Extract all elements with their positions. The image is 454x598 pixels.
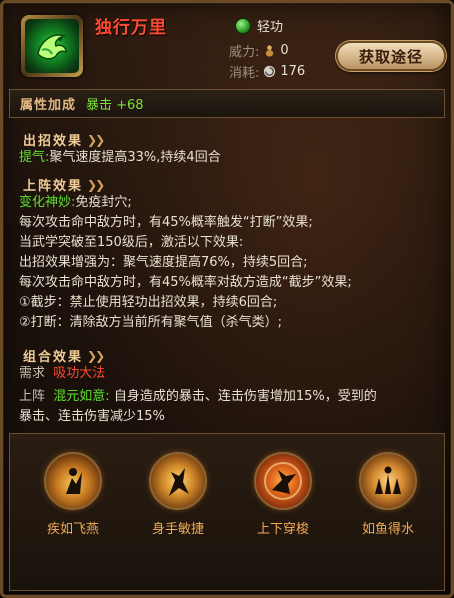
deploy-subtitle-line: 变化神妙:免疫封穴; [19, 194, 132, 212]
fish-in-water-icon [359, 452, 417, 510]
attribute-title: 属性加成 [20, 98, 77, 113]
skill-item[interactable]: 上下穿梭 [248, 452, 318, 537]
combo-deploy-line-2: 暴击、连击伤害减少15% [19, 409, 165, 424]
deploy-line: 每次攻击命中敌方时，有45%概率对敌方造成“截步”效果; [19, 275, 352, 290]
attribute-bonus-bar: 属性加成 暴击 +68 [9, 89, 445, 118]
combo-req-key: 需求 [19, 366, 46, 381]
agile-warrior-icon [149, 452, 207, 510]
double-arrow-icon: ❯❯ [87, 177, 105, 192]
deploy-subtitle-label: 变化神妙: [19, 195, 76, 210]
deploy-effect-title: 上阵效果 [23, 179, 84, 194]
cast-effect-heading: 出招效果 ❯❯ [23, 130, 105, 150]
cast-effect-line: 提气:聚气速度提高33%,持续4回合 [19, 149, 221, 167]
deploy-line: ①截步：禁止使用轻功出招效果，持续6回合; [19, 295, 278, 310]
related-skills-strip: 疾如飞燕 身手敏捷 上下穿梭 如鱼得水 [9, 433, 445, 591]
power-row: 威力: 0 [229, 41, 289, 60]
cost-key: 消耗: [229, 66, 260, 81]
skill-name: 身手敏捷 [151, 522, 204, 537]
cast-effect-title: 出招效果 [23, 134, 84, 149]
swirl-energy-icon [264, 65, 276, 78]
power-key: 威力: [229, 45, 260, 60]
combo-req-value: 吸功大法 [53, 366, 106, 381]
qinggong-type-icon [235, 17, 251, 34]
deploy-subtitle-text: 免疫封穴; [75, 195, 132, 210]
gourd-icon [266, 45, 274, 57]
skill-detail-panel: 独行万里 轻功 威力: 0 消耗: 176 获取途径 属性加成 暴击 +68 出… [0, 0, 454, 598]
deploy-line: 当武学突破至150级后，激活以下效果: [19, 235, 244, 250]
double-arrow-icon: ❯❯ [87, 348, 105, 363]
cast-effect-label: 提气: [19, 150, 50, 165]
attribute-value: 暴击 +68 [86, 98, 144, 113]
skill-item[interactable]: 身手敏捷 [143, 452, 213, 537]
obtain-method-button[interactable]: 获取途径 [336, 41, 446, 71]
skill-name: 疾如飞燕 [46, 522, 99, 537]
deploy-effect-heading: 上阵效果 ❯❯ [23, 175, 105, 195]
skill-title: 独行万里 [95, 18, 167, 38]
cast-effect-text: 聚气速度提高33%,持续4回合 [49, 150, 221, 165]
skill-item[interactable]: 疾如飞燕 [38, 452, 108, 537]
cost-value: 176 [280, 64, 306, 79]
deploy-line: ②打断：清除敌方当前所有聚气值（杀气类）; [19, 315, 283, 330]
cost-row: 消耗: 176 [229, 62, 305, 81]
skill-type-label: 轻功 [257, 20, 284, 35]
double-arrow-icon: ❯❯ [87, 132, 105, 147]
skill-icon-frame [21, 15, 83, 77]
green-dragon-icon [25, 19, 79, 73]
skill-name: 上下穿梭 [256, 522, 309, 537]
skill-type: 轻功 [235, 16, 283, 35]
flying-swallow-icon [44, 452, 102, 510]
combo-deploy-name: 混元如意: [53, 389, 110, 404]
combo-effect-title: 组合效果 [23, 350, 84, 365]
combo-deploy-key: 上阵 [19, 389, 46, 404]
skill-item[interactable]: 如鱼得水 [353, 452, 423, 537]
power-value: 0 [280, 43, 289, 58]
combo-deploy-text: 自身造成的暴击、连击伤害增加15%，受到的 [113, 389, 377, 404]
combo-deploy-line: 上阵 混元如意: 自身造成的暴击、连击伤害增加15%，受到的 [19, 388, 377, 406]
combo-effect-heading: 组合效果 ❯❯ [23, 346, 105, 366]
deploy-line: 出招效果增强为：聚气速度提高76%，持续5回合; [19, 255, 308, 270]
shuttle-kick-icon [254, 452, 312, 510]
deploy-line: 每次攻击命中敌方时，有45%概率触发“打断”效果; [19, 215, 313, 230]
skill-name: 如鱼得水 [361, 522, 414, 537]
combo-requirement-line: 需求 吸功大法 [19, 365, 105, 383]
